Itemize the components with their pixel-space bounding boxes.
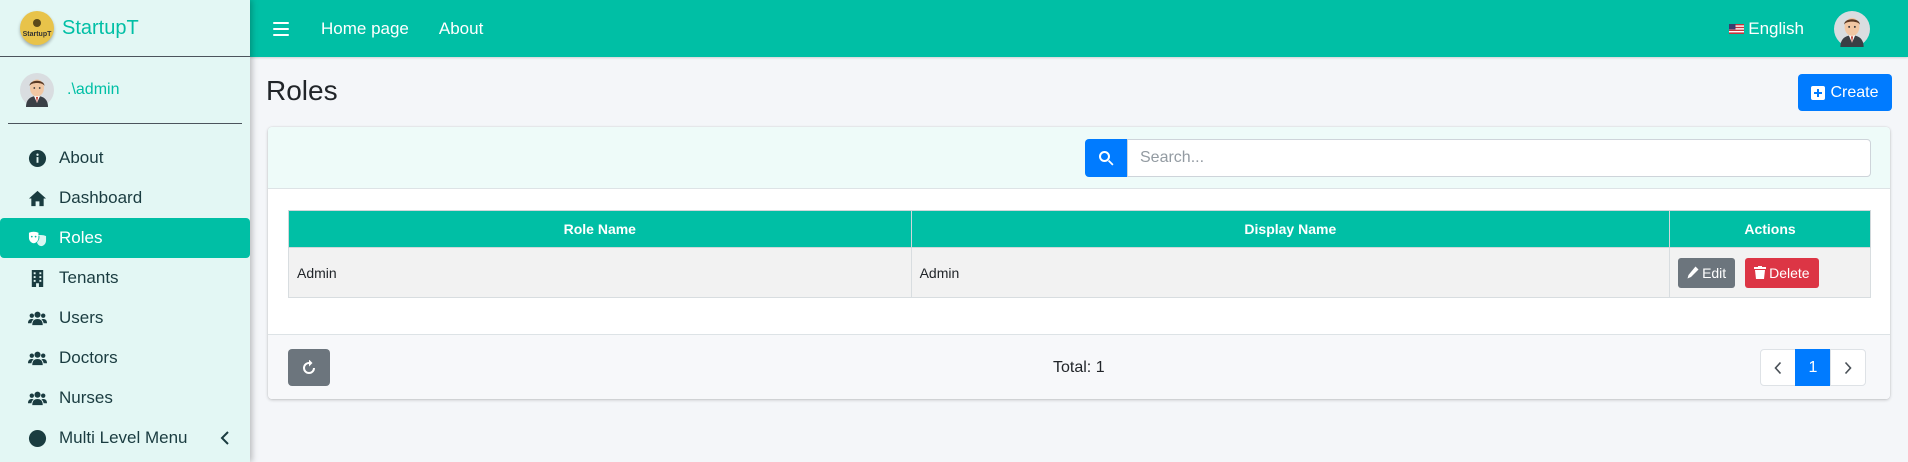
search-icon: [1099, 151, 1114, 166]
users-icon: [27, 388, 47, 408]
sidebar-item-doctors[interactable]: Doctors: [0, 338, 250, 378]
chevron-left-icon: [1774, 361, 1782, 374]
header-right: English: [1729, 10, 1870, 47]
user-panel[interactable]: .\admin: [8, 57, 242, 124]
plus-square-icon: [1811, 85, 1826, 100]
sidebar-nav: About Dashboard Roles Tenants Users Doct…: [0, 138, 250, 458]
sidebar-item-nurses[interactable]: Nurses: [0, 378, 250, 418]
user-name: .\admin: [67, 81, 120, 98]
delete-button[interactable]: Delete: [1745, 257, 1819, 288]
menu-toggle-icon[interactable]: [273, 21, 289, 36]
next-page-button[interactable]: [1830, 349, 1866, 386]
us-flag-icon: [1729, 23, 1745, 34]
trash-icon: [1754, 266, 1767, 279]
column-header-display-name[interactable]: Display Name: [910, 210, 1671, 248]
pagination: 1: [1760, 349, 1866, 386]
total-count: Total: 1: [1053, 359, 1105, 376]
create-button-label: Create: [1830, 83, 1879, 101]
users-icon: [27, 308, 47, 328]
cell-display-name: Admin: [910, 247, 1671, 298]
roles-card: Role Name Display Name Actions Admin Adm…: [268, 127, 1890, 399]
building-icon: [27, 268, 47, 288]
sidebar-item-label: Nurses: [59, 388, 113, 407]
refresh-icon: [303, 359, 315, 374]
sidebar-item-label: Multi Level Menu: [59, 428, 188, 447]
sidebar-item-roles[interactable]: Roles: [0, 218, 250, 258]
sidebar-item-label: Users: [59, 308, 104, 327]
column-header-role-name[interactable]: Role Name: [288, 210, 912, 248]
sidebar-item-tenants[interactable]: Tenants: [0, 258, 250, 298]
sidebar-item-about[interactable]: About: [0, 138, 250, 178]
search-button[interactable]: [1085, 139, 1127, 177]
card-header: [268, 127, 1890, 189]
chevron-right-icon: [1844, 361, 1852, 374]
search-input[interactable]: [1127, 139, 1871, 177]
brand-logo-text: StartupT: [22, 30, 52, 38]
cell-actions: Edit Delete: [1669, 247, 1871, 298]
pencil-icon: [1687, 266, 1699, 279]
circle-icon: [27, 428, 47, 448]
cell-role-name: Admin: [288, 247, 912, 298]
language-label: English: [1748, 18, 1804, 38]
brand-link[interactable]: StartupT StartupT: [0, 0, 250, 57]
delete-button-label: Delete: [1769, 264, 1810, 281]
sidebar-item-multi-level-menu[interactable]: Multi Level Menu: [0, 418, 250, 458]
sidebar-item-label: Dashboard: [59, 188, 143, 207]
top-navbar: Home page About English: [250, 0, 1908, 57]
sidebar-item-label: Doctors: [59, 348, 118, 367]
language-selector[interactable]: English: [1729, 19, 1804, 39]
sidebar-item-label: About: [59, 148, 104, 167]
sidebar: StartupT StartupT .\admin About Dashboar…: [0, 0, 250, 462]
users-icon: [27, 348, 47, 368]
nav-link-home[interactable]: Home page: [321, 19, 409, 39]
column-header-actions: Actions: [1669, 210, 1871, 248]
edit-button-label: Edit: [1702, 264, 1727, 281]
create-button[interactable]: Create: [1798, 74, 1892, 111]
brand-name: StartupT: [62, 16, 139, 39]
brand-logo: StartupT: [20, 11, 54, 45]
page-title: Roles: [266, 75, 338, 106]
page-button-1[interactable]: 1: [1795, 349, 1831, 386]
nav-link-about[interactable]: About: [439, 19, 483, 39]
sidebar-item-dashboard[interactable]: Dashboard: [0, 178, 250, 218]
sidebar-item-users[interactable]: Users: [0, 298, 250, 338]
user-avatar: [20, 73, 54, 107]
prev-page-button[interactable]: [1760, 349, 1796, 386]
header-user-avatar[interactable]: [1834, 10, 1870, 47]
refresh-button[interactable]: [288, 349, 330, 386]
chevron-left-icon[interactable]: [218, 430, 232, 446]
sidebar-item-label: Roles: [59, 228, 103, 247]
edit-button[interactable]: Edit: [1678, 257, 1736, 288]
info-circle-icon: [27, 148, 47, 168]
table-row: Admin Admin Edit Delete: [288, 247, 1871, 298]
card-footer: Total: 1 1: [268, 334, 1890, 399]
sidebar-item-label: Tenants: [59, 268, 119, 287]
roles-table: Role Name Display Name Actions Admin Adm…: [288, 210, 1871, 298]
theater-masks-icon: [27, 228, 47, 248]
home-icon: [27, 188, 47, 208]
table-header-row: Role Name Display Name Actions: [288, 210, 1871, 248]
